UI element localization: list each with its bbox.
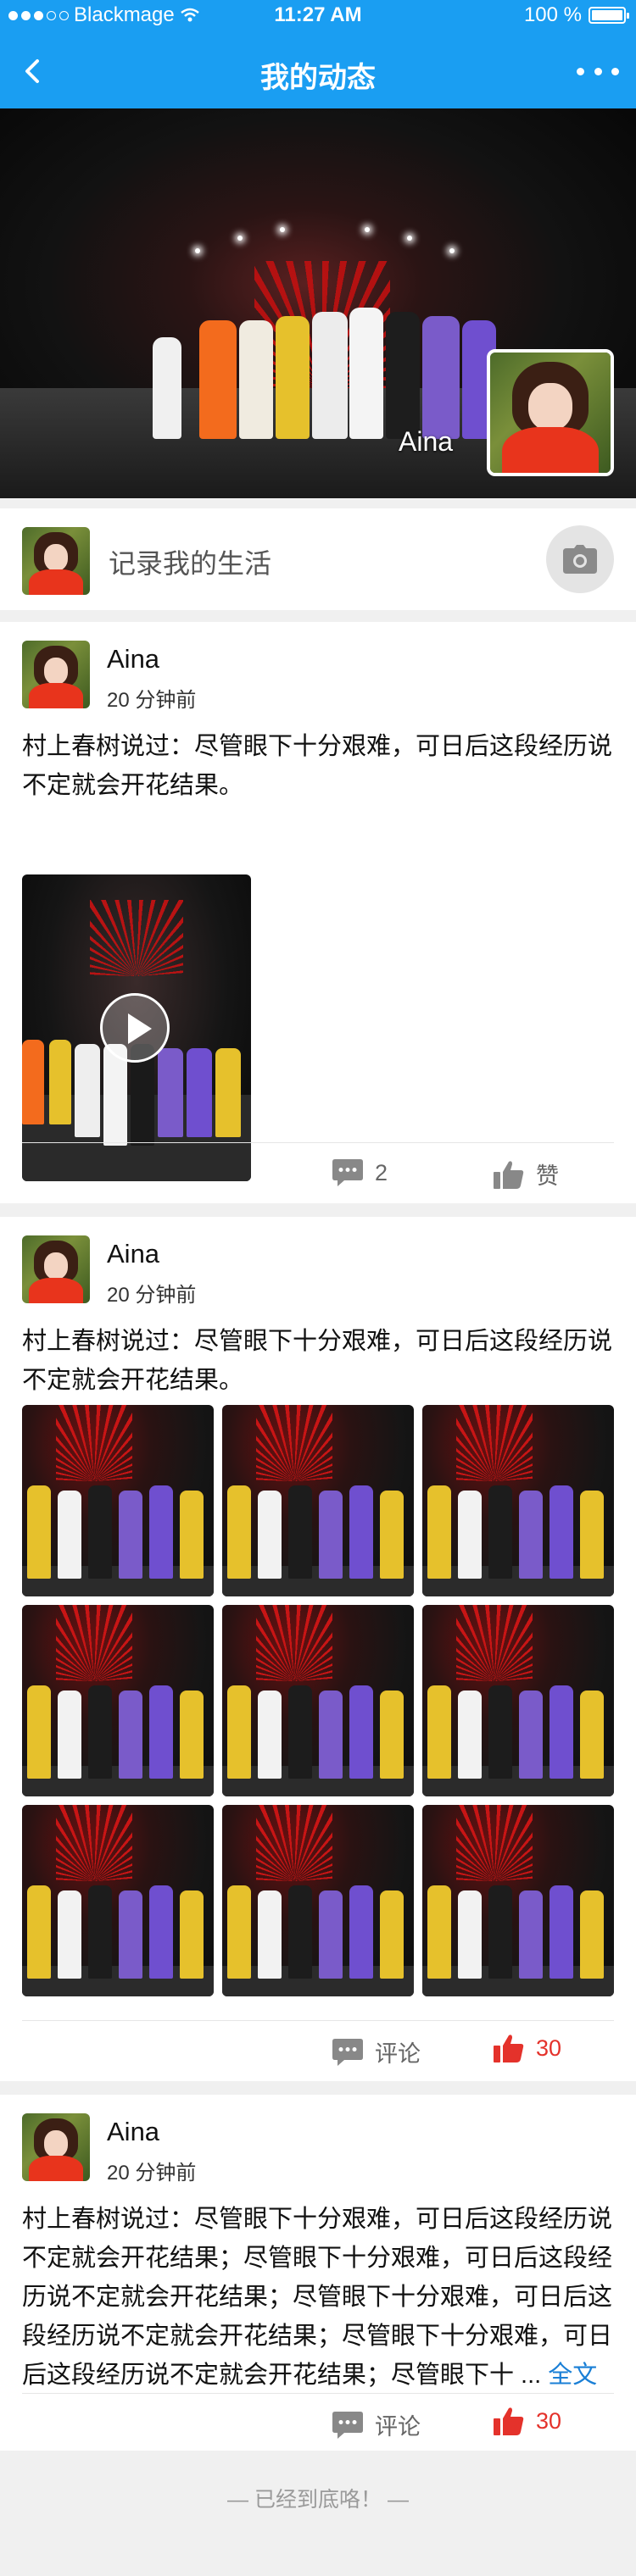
comment-icon <box>332 2038 363 2066</box>
avatar[interactable] <box>22 2113 90 2181</box>
avatar <box>490 353 611 473</box>
avatar <box>22 527 90 595</box>
photo-thumbnail[interactable] <box>22 1805 214 1996</box>
like-count: 30 <box>536 2035 562 2061</box>
divider <box>22 1142 614 1143</box>
battery-icon <box>589 7 629 24</box>
like-button[interactable]: 赞 <box>494 1158 559 1191</box>
post-username[interactable]: Aina <box>107 644 159 675</box>
photo-thumbnail[interactable] <box>222 1405 414 1596</box>
thumbs-up-icon <box>494 1160 524 1189</box>
photo-thumbnail[interactable] <box>422 1605 614 1796</box>
comment-label: 评论 <box>375 2414 421 2440</box>
video-thumbnail[interactable] <box>22 874 251 1181</box>
comment-button[interactable]: 评论 <box>332 2035 421 2068</box>
photo-thumbnail[interactable] <box>222 1605 414 1796</box>
post-text: 村上春树说过：尽管眼下十分艰难，可日后这段经历说不定就会开花结果。 <box>22 1328 613 1394</box>
avatar[interactable] <box>22 641 90 708</box>
battery-text: 100 % <box>523 3 582 26</box>
post-card: Aina 20 分钟前 村上春树说过：尽管眼下十分艰难，可日后这段经历说不定就会… <box>0 1217 636 2081</box>
post-time: 20 分钟前 <box>107 689 197 712</box>
comment-icon <box>332 2411 363 2439</box>
thumbs-up-icon <box>494 2035 524 2062</box>
post-text-body: 村上春树说过：尽管眼下十分艰难，可日后这段经历说不定就会开花结果；尽管眼下十分艰… <box>22 2206 613 2389</box>
composer-input[interactable]: 记录我的生活 <box>109 542 271 581</box>
like-count: 30 <box>536 2407 562 2434</box>
end-of-list-text: — 已经到底咯！ — <box>227 2488 409 2512</box>
comment-button[interactable]: 2 <box>332 1159 388 1186</box>
divider <box>22 2020 614 2021</box>
back-button[interactable] <box>17 53 51 90</box>
more-button[interactable] <box>577 53 619 90</box>
top-bar: Blackmage 11:27 AM 100 % 我的动态 <box>0 0 636 108</box>
nav-bar: 我的动态 <box>0 34 636 108</box>
comment-label: 评论 <box>375 2041 421 2067</box>
status-bar: Blackmage 11:27 AM 100 % <box>0 0 636 34</box>
like-button[interactable]: 30 <box>494 2034 561 2062</box>
comment-button[interactable]: 评论 <box>332 2408 421 2441</box>
more-dots-icon <box>577 67 584 75</box>
comment-count: 2 <box>375 1159 388 1185</box>
post-text: 村上春树说过：尽管眼下十分艰难，可日后这段经历说不定就会开花结果；尽管眼下十分艰… <box>22 2200 616 2395</box>
post-time: 20 分钟前 <box>107 1284 197 1307</box>
post-username[interactable]: Aina <box>107 2117 159 2147</box>
cover-banner[interactable]: Aina <box>0 108 636 498</box>
post-text: 村上春树说过：尽管眼下十分艰难，可日后这段经历说不定就会开花结果。 <box>22 733 613 799</box>
like-button[interactable]: 30 <box>494 2407 561 2435</box>
thumbs-up-icon <box>494 2407 524 2435</box>
divider <box>22 2393 614 2394</box>
camera-button[interactable] <box>546 525 614 593</box>
cover-avatar[interactable] <box>487 349 614 476</box>
status-right: 100 % <box>523 3 629 27</box>
cover-username: Aina <box>399 426 454 457</box>
photo-thumbnail[interactable] <box>422 1405 614 1596</box>
composer-bar[interactable]: 记录我的生活 <box>0 508 636 610</box>
photo-thumbnail[interactable] <box>22 1405 214 1596</box>
photo-thumbnail[interactable] <box>222 1805 414 1996</box>
avatar[interactable] <box>22 1235 90 1303</box>
camera-icon <box>563 545 597 574</box>
post-time: 20 分钟前 <box>107 2162 197 2185</box>
post-username[interactable]: Aina <box>107 1239 159 1269</box>
photo-thumbnail[interactable] <box>22 1605 214 1796</box>
read-more-link[interactable]: 全文 <box>548 2362 597 2389</box>
play-icon[interactable] <box>100 993 170 1063</box>
like-label: 赞 <box>536 1163 559 1189</box>
post-card: Aina 20 分钟前 村上春树说过：尽管眼下十分艰难，可日后这段经历说不定就会… <box>0 2095 636 2451</box>
photo-thumbnail[interactable] <box>422 1805 614 1996</box>
chevron-left-icon <box>25 59 39 83</box>
post-card: Aina 20 分钟前 村上春树说过：尽管眼下十分艰难，可日后这段经历说不定就会… <box>0 622 636 1203</box>
page-title: 我的动态 <box>260 62 376 94</box>
comment-icon <box>332 1159 363 1186</box>
